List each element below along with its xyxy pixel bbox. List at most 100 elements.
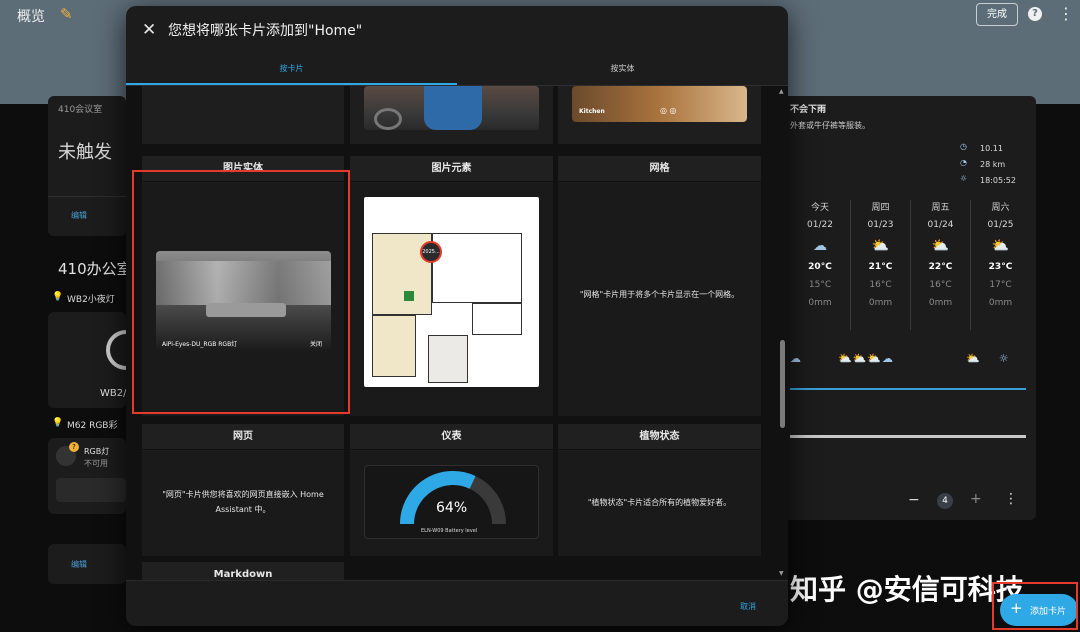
dialog-title: 您想将哪张卡片添加到"Home" (168, 23, 363, 39)
kitchen-photo: Kitchen ◎ ◎ (572, 86, 747, 122)
forecast-low: 16°C (869, 280, 892, 290)
forecast-day-name: 周四 (871, 203, 890, 213)
light-name: M62 RGB彩 (67, 421, 118, 431)
sun-info: ◷ 10.11 ◔ 28 km ☼ 18:05:52 (960, 142, 1030, 192)
partly-cloudy-icon: ⛅ (871, 238, 890, 254)
card-picture-elements[interactable]: 图片元素 2025... (350, 156, 553, 416)
done-button[interactable]: 完成 (976, 3, 1018, 26)
gauge-entity: ELN-W09 Battery level (421, 528, 478, 534)
weather-summary: 不会下雨 (790, 105, 827, 115)
light-tile-label: WB2/ (100, 388, 127, 399)
tab-by-card[interactable]: 按卡片 (126, 58, 457, 85)
partly-cloudy-icon: ⛅ (931, 238, 950, 254)
person-photo (364, 86, 539, 130)
more-button[interactable]: ⋮ (1004, 491, 1018, 507)
hourly-strip: ☁ ⛅⛅⛅☁ ⛅ ☼ (790, 352, 1010, 365)
pager: − 4 + ⋮ (900, 490, 1030, 512)
fab-highlight (992, 582, 1078, 630)
page-indicator: 4 (937, 493, 953, 509)
card-option[interactable] (142, 86, 344, 144)
forecast-day: 周五 01/24 ⛅ 22°C 16°C 0mm (910, 200, 970, 330)
gauge-value: 64% (436, 500, 468, 516)
light-tile[interactable]: WB2/ (48, 312, 146, 408)
card-title: 植物状态 (558, 424, 761, 450)
plus-button[interactable]: + (970, 491, 982, 507)
device-icons: ◎ ◎ (660, 106, 677, 115)
forecast-day: 今天 01/22 ☁ 20°C 15°C 0mm (790, 200, 850, 330)
card-title: Markdown (142, 562, 344, 580)
gauge-preview: 64% ELN-W09 Battery level (364, 465, 539, 539)
room-state: 未触发 (58, 142, 112, 163)
scroll-thumb[interactable] (780, 340, 785, 428)
floorplan-image: 2025... (364, 197, 539, 387)
card-description: "网页"卡片供您将喜欢的网页直接嵌入 Home Assistant 中。 (162, 490, 324, 514)
scroll-down-icon[interactable]: ▼ (779, 570, 784, 577)
area-label: Kitchen (579, 108, 605, 115)
clock-icon: ◷ (960, 142, 967, 151)
forecast-day-name: 周五 (931, 203, 950, 213)
light-name: WB2小夜灯 (67, 295, 115, 305)
card-option[interactable] (350, 86, 553, 144)
close-icon[interactable]: ✕ (142, 20, 156, 40)
rgb-state: 不可用 (84, 459, 108, 468)
rgb-tile[interactable]: ? RGB灯 不可用 (48, 438, 126, 514)
edit-link[interactable]: 编辑 (71, 210, 87, 221)
watermark: 知乎 @安信可科技 (790, 573, 1024, 606)
partly-cloudy-icon: ⛅ (991, 238, 1010, 254)
forecast-date: 01/22 (807, 220, 833, 230)
edit-link[interactable]: 编辑 (71, 559, 87, 570)
forecast-day-name: 周六 (991, 203, 1010, 213)
more-vert-icon[interactable]: ⋮ (1058, 4, 1074, 23)
card-webpage[interactable]: 网页 "网页"卡片供您将喜欢的网页直接嵌入 Home Assistant 中。 (142, 424, 344, 556)
forecast-high: 22°C (928, 262, 953, 272)
forecast-date: 01/25 (987, 220, 1014, 230)
bulb-icon: 💡 (52, 292, 64, 302)
card-gauge[interactable]: 仪表 64% ELN-W09 Battery level (350, 424, 553, 556)
forecast-low: 17°C (989, 280, 1012, 290)
card-option[interactable]: Kitchen ◎ ◎ (558, 86, 761, 144)
card-grid[interactable]: 网格 "网格"卡片用于将多个卡片显示在一个网格。 (558, 156, 761, 416)
card-markdown[interactable]: Markdown (142, 562, 344, 580)
tab-by-entity[interactable]: 按实体 (457, 58, 788, 85)
forecast-day-name: 今天 (810, 203, 829, 213)
forecast-low: 16°C (929, 280, 952, 290)
warning-badge: ? (69, 442, 79, 452)
forecast-rain: 0mm (868, 298, 893, 308)
picture-entity-highlight (132, 170, 350, 414)
scroll-up-icon[interactable]: ▲ (779, 88, 784, 95)
bulb-icon: 💡 (52, 418, 64, 428)
card-plant-status[interactable]: 植物状态 "植物状态"卡片适合所有的植物爱好者。 (558, 424, 761, 556)
temp-line (790, 388, 1026, 390)
sun-value: 10.11 (980, 144, 1003, 153)
card-title: 网格 (558, 156, 761, 182)
edit-card: 编辑 (48, 544, 126, 584)
forecast-table: 今天 01/22 ☁ 20°C 15°C 0mm 周四 01/23 ⛅ 21°C… (790, 200, 1030, 330)
page-title: 概览 (17, 9, 45, 25)
card-title: 图片元素 (350, 156, 553, 182)
add-card-dialog: ✕ 您想将哪张卡片添加到"Home" 按卡片 按实体 Kitchen ◎ ◎ 图… (126, 6, 788, 626)
card-title: 仪表 (350, 424, 553, 450)
card-title: 网页 (142, 424, 344, 450)
room-card: 410会议室 未触发 编辑 (48, 96, 126, 236)
minus-button[interactable]: − (908, 492, 920, 508)
forecast-low: 15°C (808, 280, 832, 290)
cloud-icon: ☁ (813, 238, 827, 254)
forecast-rain: 0mm (808, 298, 832, 308)
sun-value: 28 km (980, 160, 1006, 169)
pencil-icon[interactable]: ✎ (60, 5, 73, 23)
scrollbar[interactable]: ▲ ▼ (778, 86, 786, 580)
sun-value: 18:05:52 (980, 176, 1016, 185)
precip-line (790, 435, 1026, 438)
dialog-footer: 取消 (126, 580, 788, 626)
help-icon[interactable]: ? (1028, 7, 1042, 21)
floorplan-marker[interactable]: 2025... (420, 241, 442, 263)
forecast-rain: 0mm (988, 298, 1013, 308)
cancel-button[interactable]: 取消 (740, 601, 756, 612)
rgb-name: RGB灯 (84, 447, 110, 456)
room-label: 410会议室 (58, 105, 103, 115)
section-title: 410办公室 (58, 260, 132, 278)
weather-advice: 外套或牛仔裤等服装。 (790, 121, 870, 130)
dialog-tabs: 按卡片 按实体 (126, 58, 788, 86)
forecast-high: 20°C (808, 262, 832, 272)
forecast-date: 01/24 (927, 220, 954, 230)
